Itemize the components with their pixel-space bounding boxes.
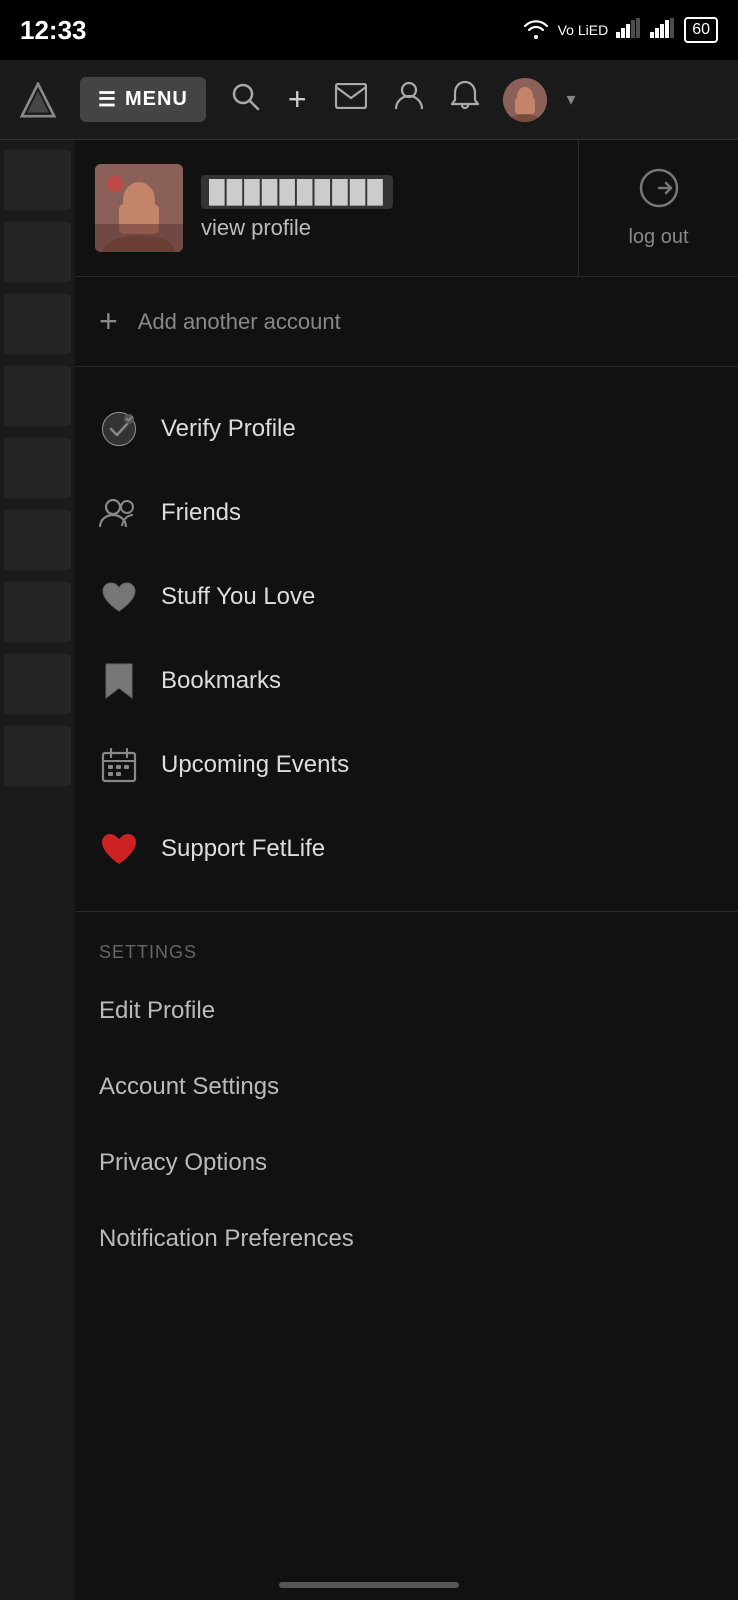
friends-icon — [99, 493, 139, 533]
menu-items-list: Verify Profile Friends Stuff You Love — [75, 367, 738, 912]
logout-icon — [638, 167, 680, 218]
profile-section: ██████████ view profile log out — [75, 140, 738, 277]
navbar: ☰ MENU + — [0, 60, 738, 140]
person-icon[interactable] — [391, 77, 427, 122]
home-indicator — [279, 1582, 459, 1588]
calendar-icon — [99, 745, 139, 785]
menu-item-friends[interactable]: Friends — [75, 471, 738, 555]
slide-menu-panel: ██████████ view profile log out + Add an… — [75, 140, 738, 1600]
menu-item-bookmarks[interactable]: Bookmarks — [75, 639, 738, 723]
app-logo — [16, 78, 60, 122]
background-content — [0, 140, 75, 1600]
settings-section: SETTINGS Edit Profile Account Settings P… — [75, 912, 738, 1287]
upcoming-events-label: Upcoming Events — [161, 751, 349, 779]
profile-left[interactable]: ██████████ view profile — [75, 140, 578, 276]
edit-profile-label: Edit Profile — [99, 997, 215, 1024]
verify-profile-label: Verify Profile — [161, 415, 296, 443]
mail-icon[interactable] — [331, 79, 371, 120]
profile-avatar — [95, 164, 183, 252]
bell-icon[interactable] — [447, 76, 483, 123]
profile-info: ██████████ view profile — [201, 175, 393, 241]
status-time: 12:33 — [20, 15, 87, 46]
menu-item-upcoming-events[interactable]: Upcoming Events — [75, 723, 738, 807]
add-account-button[interactable]: + Add another account — [75, 277, 738, 367]
menu-item-verify-profile[interactable]: Verify Profile — [75, 387, 738, 471]
settings-item-notification-preferences[interactable]: Notification Preferences — [99, 1201, 714, 1277]
add-account-label: Add another account — [138, 309, 341, 335]
heart-icon — [99, 577, 139, 617]
bookmarks-label: Bookmarks — [161, 667, 281, 695]
settings-title: SETTINGS — [99, 942, 714, 963]
search-icon[interactable] — [226, 77, 264, 122]
settings-item-edit-profile[interactable]: Edit Profile — [99, 973, 714, 1049]
add-icon[interactable]: + — [284, 77, 311, 122]
account-settings-label: Account Settings — [99, 1073, 279, 1100]
profile-username: ██████████ — [201, 175, 393, 209]
privacy-options-label: Privacy Options — [99, 1149, 267, 1176]
settings-item-privacy-options[interactable]: Privacy Options — [99, 1125, 714, 1201]
logout-button[interactable]: log out — [578, 140, 738, 276]
wifi-icon — [522, 17, 550, 44]
hamburger-icon: ☰ — [98, 87, 117, 112]
notification-preferences-label: Notification Preferences — [99, 1225, 354, 1252]
add-account-icon: + — [99, 303, 118, 340]
carrier-label: Vo LiED — [558, 22, 609, 38]
battery-icon: 60 — [684, 17, 718, 43]
bookmark-icon — [99, 661, 139, 701]
support-fetlife-label: Support FetLife — [161, 835, 325, 863]
settings-item-account-settings[interactable]: Account Settings — [99, 1049, 714, 1125]
view-profile-link[interactable]: view profile — [201, 215, 393, 241]
status-icons: Vo LiED 60 — [522, 17, 718, 44]
menu-item-stuff-you-love[interactable]: Stuff You Love — [75, 555, 738, 639]
menu-item-support-fetlife[interactable]: Support FetLife — [75, 807, 738, 891]
signal-icon — [616, 18, 642, 43]
signal-icon-2 — [650, 18, 676, 43]
stuff-you-love-label: Stuff You Love — [161, 583, 315, 611]
fetlife-heart-icon — [99, 829, 139, 869]
status-bar: 12:33 Vo LiED — [0, 0, 738, 60]
friends-label: Friends — [161, 499, 241, 527]
menu-button[interactable]: ☰ MENU — [80, 77, 206, 122]
verify-icon — [99, 409, 139, 449]
avatar-chevron: ▾ — [567, 89, 576, 110]
user-avatar[interactable] — [503, 78, 547, 122]
logout-label: log out — [628, 226, 688, 249]
